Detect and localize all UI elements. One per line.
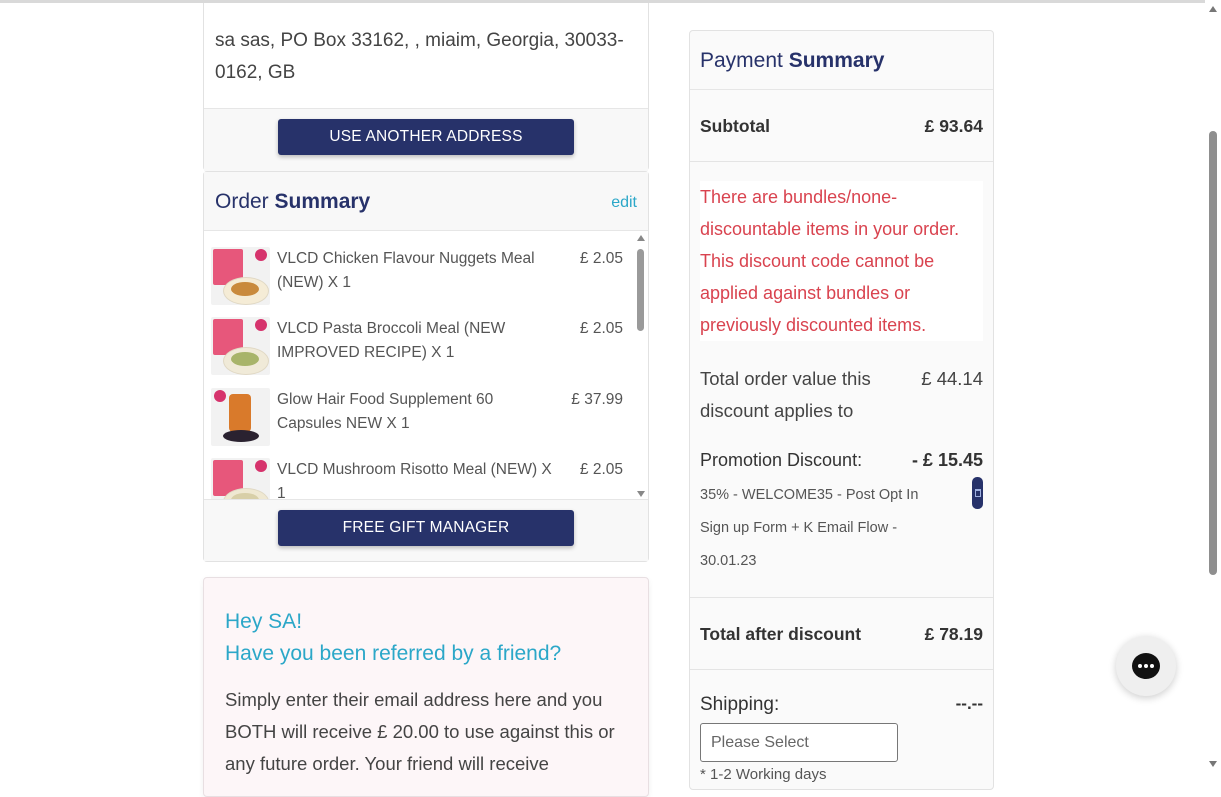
referral-body-text: Simply enter their email address here an…	[225, 689, 615, 774]
delivery-address-text: sa sas, PO Box 33162, , miaim, Georgia, …	[215, 30, 624, 83]
payment-summary-header: Payment Summary	[690, 31, 993, 90]
discount-order-value-amount: £ 44.14	[921, 368, 983, 389]
total-after-discount-value: £ 78.19	[924, 624, 983, 644]
scroll-down-icon[interactable]	[1209, 761, 1217, 767]
product-image	[211, 247, 270, 305]
order-summary-header: Order Summary edit	[204, 172, 648, 231]
order-list-scrollbar[interactable]	[636, 235, 645, 499]
referral-heading: Hey SA! Have you been referred by a frie…	[225, 606, 561, 670]
order-summary-footer: FREE GIFT MANAGER	[204, 499, 648, 561]
payment-summary-title: Payment Summary	[700, 49, 884, 73]
address-footer: USE ANOTHER ADDRESS	[204, 108, 648, 171]
item-name: VLCD Chicken Flavour Nuggets Meal (NEW) …	[277, 250, 535, 291]
payment-summary-panel: Payment Summary Subtotal £ 93.64 There a…	[689, 30, 994, 790]
edit-order-link[interactable]: edit	[611, 194, 637, 212]
item-price: £ 2.05	[579, 461, 623, 478]
referral-panel: Hey SA! Have you been referred by a frie…	[203, 577, 649, 797]
divider	[690, 597, 993, 598]
scrollbar-thumb[interactable]	[637, 249, 644, 331]
item-name: VLCD Pasta Broccoli Meal (NEW IMPROVED R…	[277, 320, 506, 361]
referral-question: Have you been referred by a friend?	[225, 642, 562, 665]
discount-warning-box: There are bundles/none-discountable item…	[700, 181, 983, 341]
subtotal-value: £ 93.64	[924, 116, 983, 136]
list-item: VLCD Pasta Broccoli Meal (NEW IMPROVED R…	[211, 317, 631, 379]
shipping-method-select[interactable]: Please Select	[700, 723, 898, 762]
scroll-up-icon[interactable]	[1209, 6, 1217, 12]
discount-order-value-label: Total order value this discount applies …	[700, 368, 871, 421]
item-price: £ 2.05	[579, 250, 623, 267]
remove-promo-button[interactable]	[972, 477, 983, 509]
subtotal-label: Subtotal	[700, 116, 770, 136]
shipping-label: Shipping:	[700, 694, 780, 715]
use-another-address-button[interactable]: USE ANOTHER ADDRESS	[278, 119, 574, 155]
divider	[690, 669, 993, 670]
item-price: £ 2.05	[579, 320, 623, 337]
referral-greeting: Hey SA!	[225, 610, 303, 633]
promotion-discount-amount: - £ 15.45	[911, 450, 983, 470]
page-scrollbar[interactable]	[1205, 0, 1221, 773]
payment-summary-title-light: Payment	[700, 49, 783, 72]
list-item: VLCD Chicken Flavour Nuggets Meal (NEW) …	[211, 247, 631, 309]
order-items-list[interactable]: VLCD Chicken Flavour Nuggets Meal (NEW) …	[204, 231, 650, 499]
total-after-discount-label: Total after discount	[700, 624, 862, 644]
promotion-discount-label: Promotion Discount:	[700, 450, 863, 470]
shipping-value: --.--	[955, 694, 983, 713]
order-summary-panel: Order Summary edit VLCD Chicken Flavour …	[203, 171, 649, 562]
shipping-note: * 1-2 Working days	[700, 766, 827, 783]
list-item: VLCD Mushroom Risotto Meal (NEW) X 1 £ 2…	[211, 458, 631, 499]
product-image	[211, 458, 270, 499]
item-name: Glow Hair Food Supplement 60 Capsules NE…	[277, 391, 494, 432]
item-name: VLCD Mushroom Risotto Meal (NEW) X 1	[277, 461, 552, 499]
list-item: Glow Hair Food Supplement 60 Capsules NE…	[211, 388, 631, 450]
payment-summary-title-bold: Summary	[788, 49, 885, 72]
item-price: £ 37.99	[571, 391, 623, 408]
trash-icon	[974, 489, 981, 497]
order-summary-title-light: Order	[215, 190, 269, 213]
product-image	[211, 388, 270, 446]
scroll-up-icon[interactable]	[637, 235, 645, 241]
delivery-address-panel: sa sas, PO Box 33162, , miaim, Georgia, …	[203, 3, 649, 171]
chat-button[interactable]	[1116, 636, 1176, 696]
page-scrollbar-thumb[interactable]	[1209, 131, 1217, 575]
scroll-down-icon[interactable]	[637, 491, 645, 497]
promotion-code-description: 35% - WELCOME35 - Post Opt In Sign up Fo…	[700, 487, 919, 569]
free-gift-manager-button[interactable]: FREE GIFT MANAGER	[278, 510, 574, 546]
order-summary-title: Order Summary	[215, 190, 370, 214]
divider	[690, 161, 993, 162]
order-summary-title-bold: Summary	[274, 190, 371, 213]
discount-warning-text: There are bundles/none-discountable item…	[700, 187, 960, 335]
product-image	[211, 317, 270, 375]
